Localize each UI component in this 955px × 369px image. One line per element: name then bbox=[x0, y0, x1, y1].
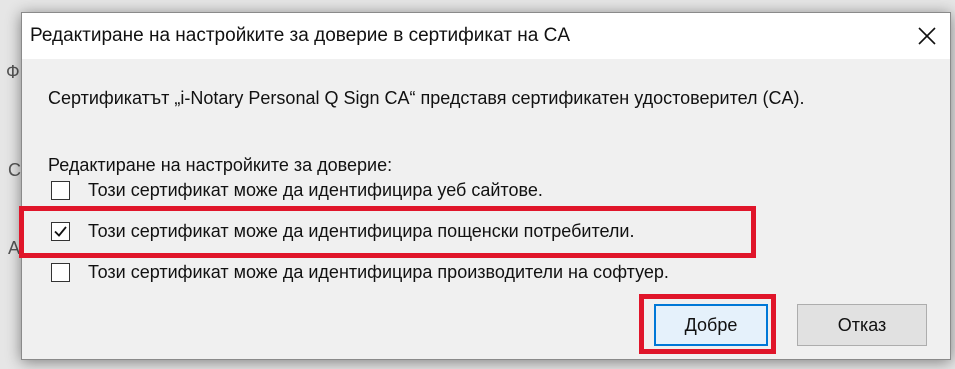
cancel-button[interactable]: Отказ bbox=[797, 304, 927, 346]
option-label: Този сертификат може да идентифицира уеб… bbox=[88, 179, 543, 200]
background-text: Ф bbox=[6, 62, 20, 82]
checkmark-icon bbox=[54, 225, 67, 237]
trust-settings-dialog: Редактиране на настройките за доверие в … bbox=[21, 12, 951, 360]
dialog-title: Редактиране на настройките за доверие в … bbox=[30, 25, 570, 46]
trust-settings-label: Редактиране на настройките за доверие: bbox=[48, 155, 393, 175]
certificate-description: Сертификатът „i-Notary Personal Q Sign C… bbox=[48, 88, 805, 108]
option-identify-software-publishers[interactable]: Този сертификат може да идентифицира про… bbox=[51, 259, 669, 285]
option-identify-websites[interactable]: Този сертификат може да идентифицира уеб… bbox=[51, 177, 543, 203]
background-text: С bbox=[8, 160, 21, 180]
ok-button[interactable]: Добре bbox=[654, 304, 768, 346]
close-icon bbox=[918, 27, 936, 45]
option-identify-mail-users[interactable]: Този сертификат може да идентифицира пощ… bbox=[51, 218, 635, 244]
title-bar: Редактиране на настройките за доверие в … bbox=[22, 13, 950, 59]
websites-checkbox[interactable] bbox=[51, 180, 70, 200]
software-publishers-checkbox[interactable] bbox=[51, 262, 70, 282]
mail-users-checkbox[interactable] bbox=[51, 221, 70, 241]
close-button[interactable] bbox=[904, 13, 950, 59]
background-text: А bbox=[8, 238, 21, 258]
option-label: Този сертификат може да идентифицира пощ… bbox=[88, 220, 635, 241]
option-label: Този сертификат може да идентифицира про… bbox=[88, 261, 669, 282]
